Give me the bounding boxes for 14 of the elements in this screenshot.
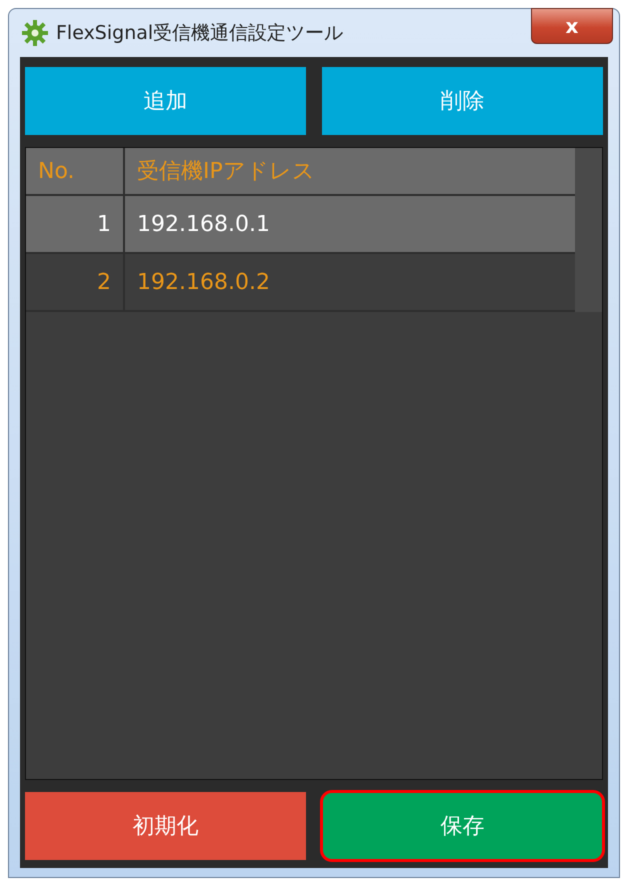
table-row[interactable]: 2 192.168.0.2 [26,254,575,312]
delete-button[interactable]: 削除 [322,67,603,135]
column-header[interactable]: No. [38,154,75,188]
column-header[interactable]: 受信機IPアドレス [137,154,315,188]
ip-address: 192.168.0.2 [137,268,270,296]
add-button[interactable]: 追加 [25,67,306,135]
row-number: 1 [97,210,111,238]
ip-address: 192.168.0.1 [137,210,270,238]
row-number: 2 [97,268,111,296]
reset-button[interactable]: 初期化 [25,792,306,860]
close-button[interactable]: x [531,8,613,44]
window-title: FlexSignal受信機通信設定ツール [56,20,344,46]
save-button[interactable]: 保存 [322,792,603,860]
table-row[interactable]: 1 192.168.0.1 [26,196,575,254]
